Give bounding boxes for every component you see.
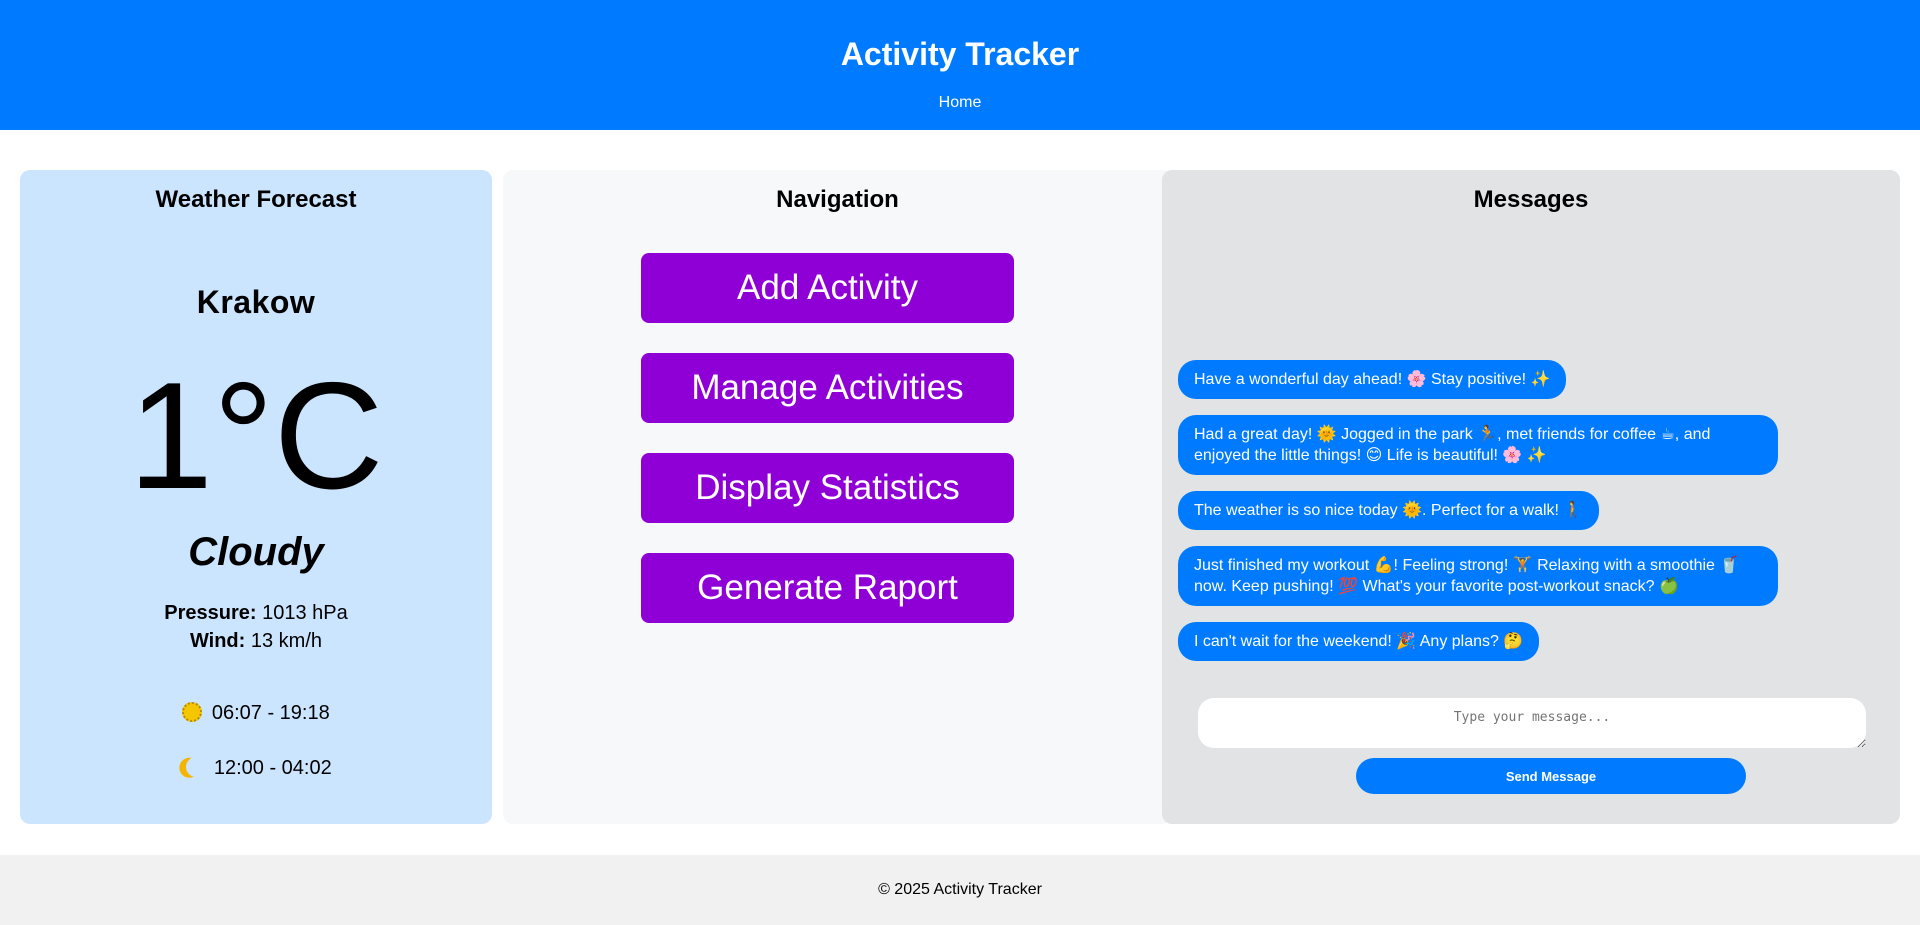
- weather-pressure: Pressure: 1013 hPa: [20, 602, 492, 625]
- weather-condition: Cloudy: [188, 530, 324, 574]
- display-statistics-button[interactable]: Display Statistics: [641, 453, 1014, 523]
- weather-temperature: 1°C: [128, 351, 384, 521]
- pressure-label: Pressure:: [164, 602, 257, 624]
- add-activity-button[interactable]: Add Activity: [641, 253, 1014, 323]
- moon-icon: [183, 754, 209, 780]
- navigation-heading: Navigation: [776, 186, 899, 213]
- footer: © 2025 Activity Tracker: [0, 855, 1920, 925]
- main-content: Weather Forecast Krakow 1°C Cloudy Press…: [20, 170, 1900, 824]
- nav-link-home[interactable]: Home: [0, 94, 1920, 112]
- message-input[interactable]: [1198, 698, 1866, 748]
- sunrise-sunset: 06:07 - 19:18: [20, 702, 492, 725]
- weather-panel: Weather Forecast Krakow 1°C Cloudy Press…: [20, 170, 492, 824]
- wind-label: Wind:: [189, 630, 246, 652]
- messages-panel: Messages Have a wonderful day ahead! 🌸 S…: [1162, 170, 1900, 824]
- app-title: Activity Tracker: [840, 36, 1080, 72]
- weather-wind: Wind: 13 km/h: [20, 630, 492, 653]
- sun-times: 06:07 - 19:18: [211, 702, 330, 724]
- message-bubble: I can't wait for the weekend! 🎉 Any plan…: [1178, 622, 1540, 661]
- message-bubble: The weather is so nice today 🌞. Perfect …: [1178, 491, 1600, 530]
- messages-heading: Messages: [1473, 186, 1589, 213]
- send-message-button[interactable]: Send Message: [1356, 758, 1746, 794]
- footer-copyright: © 2025 Activity Tracker: [878, 881, 1042, 898]
- sun-icon: [182, 702, 203, 722]
- app-header: Activity Tracker Home: [0, 0, 1920, 130]
- message-bubble: Had a great day! 🌞 Jogged in the park 🏃,…: [1178, 415, 1778, 475]
- wind-value: 13 km/h: [250, 630, 323, 652]
- pressure-value: 1013 hPa: [262, 602, 348, 624]
- message-bubble: Have a wonderful day ahead! 🌸 Stay posit…: [1178, 360, 1567, 399]
- manage-activities-button[interactable]: Manage Activities: [641, 353, 1014, 423]
- navigation-panel: Navigation Add Activity Manage Activitie…: [503, 170, 1172, 824]
- moon-times: 12:00 - 04:02: [213, 757, 332, 779]
- moonrise-moonset: 12:00 - 04:02: [20, 757, 492, 780]
- generate-report-button[interactable]: Generate Raport: [641, 553, 1014, 623]
- message-bubble: Just finished my workout 💪! Feeling stro…: [1178, 546, 1778, 606]
- weather-heading: Weather Forecast: [155, 186, 357, 213]
- weather-city: Krakow: [196, 284, 316, 320]
